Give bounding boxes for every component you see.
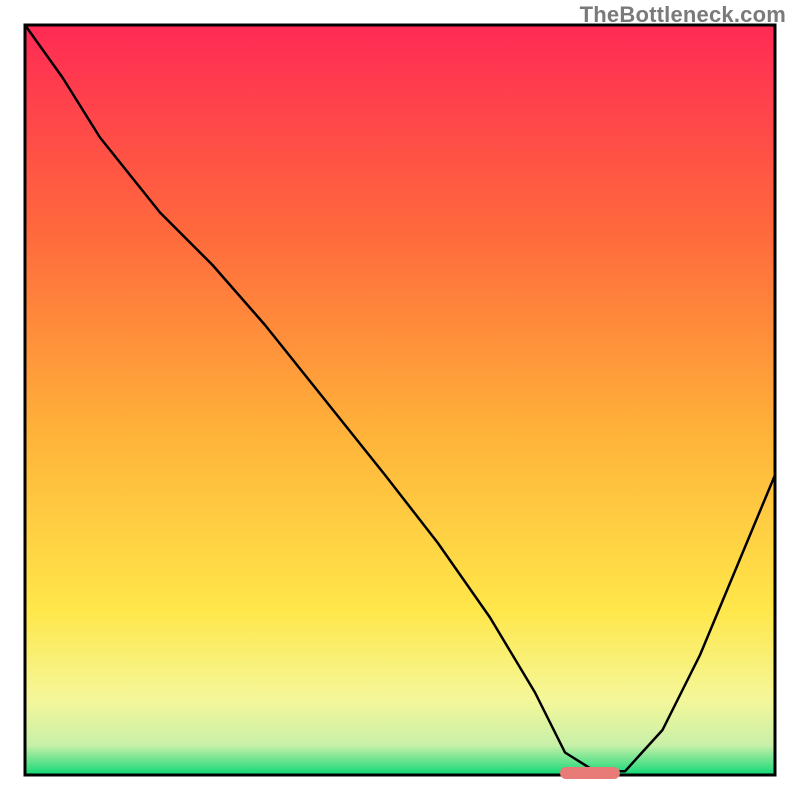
plot-background bbox=[25, 25, 775, 775]
chart-container: TheBottleneck.com bbox=[0, 0, 800, 800]
optimal-marker bbox=[560, 767, 620, 779]
chart-svg bbox=[0, 0, 800, 800]
